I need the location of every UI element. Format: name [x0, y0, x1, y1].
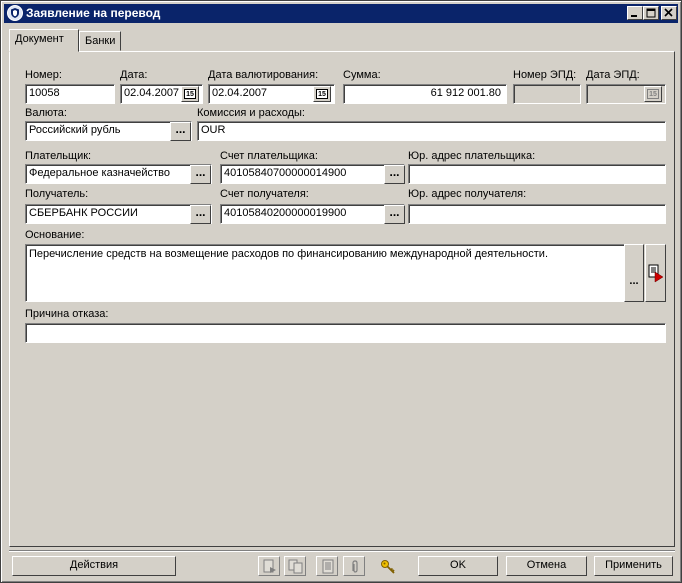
copy-document-button[interactable] [284, 556, 306, 576]
minimize-button[interactable] [627, 6, 643, 20]
tab-document[interactable]: Документ [9, 29, 79, 52]
number-label: Номер: [25, 69, 62, 81]
currency-label: Валюта: [25, 107, 67, 119]
close-button[interactable] [661, 6, 677, 20]
epd-date-label: Дата ЭПД: [586, 69, 640, 81]
attachments-list-button[interactable] [316, 556, 338, 576]
actions-button[interactable]: Действия [12, 556, 176, 576]
document-arrow-icon [648, 264, 664, 283]
export-document-button[interactable] [258, 556, 280, 576]
epd-date-field: 15 [586, 84, 666, 104]
payer-account-lookup-button[interactable]: ... [384, 165, 405, 184]
footer-separator [9, 550, 675, 552]
calendar-icon: 15 [184, 89, 196, 99]
amount-label: Сумма: [343, 69, 381, 81]
recipient-lookup-button[interactable]: ... [190, 205, 211, 224]
date-label: Дата: [120, 69, 148, 81]
basis-lookup-label: ... [629, 275, 639, 287]
calendar-icon: 15 [316, 89, 328, 99]
basis-lookup-button[interactable]: ... [624, 244, 644, 302]
payer-label: Плательщик: [25, 150, 92, 162]
amount-field[interactable]: 61 912 001.80 [343, 84, 507, 104]
payer-address-field[interactable] [408, 164, 666, 184]
number-field[interactable]: 10058 [25, 84, 115, 104]
calendar-icon: 15 [647, 89, 659, 99]
recipient-address-label: Юр. адрес получателя: [408, 188, 527, 200]
tab-banks-label: Банки [85, 35, 116, 47]
window-title: Заявление на перевод [26, 6, 161, 20]
attach-file-button[interactable] [343, 556, 365, 576]
close-icon [664, 8, 673, 17]
date-value: 02.04.2007 [124, 87, 180, 99]
value-date-calendar-button[interactable]: 15 [313, 86, 331, 102]
payer-lookup-button[interactable]: ... [190, 165, 211, 184]
maximize-icon [646, 8, 656, 18]
key-icon [381, 560, 395, 574]
payer-account-label: Счет плательщика: [220, 150, 318, 162]
epd-number-label: Номер ЭПД: [513, 69, 577, 81]
epd-number-field [513, 84, 581, 104]
cancel-button[interactable]: Отмена [506, 556, 587, 576]
recipient-account-label: Счет получателя: [220, 188, 309, 200]
recipient-field[interactable]: СБЕРБАНК РОССИИ [25, 204, 212, 224]
basis-label: Основание: [25, 229, 85, 241]
sign-button[interactable] [376, 556, 398, 576]
maximize-button[interactable] [643, 6, 659, 20]
currency-field[interactable]: Российский рубль [25, 121, 192, 141]
payer-account-field[interactable]: 40105840700000014900 [220, 164, 405, 184]
document-copy-icon [288, 559, 303, 574]
value-date-value: 02.04.2007 [212, 87, 268, 99]
commission-label: Комиссия и расходы: [197, 107, 305, 119]
apply-button[interactable]: Применить [594, 556, 673, 576]
commission-field[interactable]: OUR [197, 121, 666, 141]
paperclip-icon [352, 560, 358, 573]
basis-template-button[interactable] [645, 244, 666, 302]
minimize-icon [631, 15, 637, 17]
currency-lookup-button[interactable]: ... [170, 122, 191, 141]
rejection-reason-field[interactable] [25, 323, 666, 343]
recipient-label: Получатель: [25, 188, 89, 200]
date-field[interactable]: 02.04.2007 15 [120, 84, 203, 104]
document-export-icon [263, 559, 276, 573]
value-date-label: Дата валютирования: [208, 69, 319, 81]
document-panel: Номер: 10058 Дата: 02.04.2007 15 Дата ва… [9, 51, 675, 547]
date-calendar-button[interactable]: 15 [181, 86, 199, 102]
payer-field[interactable]: Федеральное казначейство [25, 164, 212, 184]
rejection-reason-label: Причина отказа: [25, 308, 109, 320]
document-list-icon [322, 559, 334, 574]
dialog-window: Заявление на перевод Документ Банки Номе… [0, 0, 682, 583]
recipient-address-field[interactable] [408, 204, 666, 224]
value-date-field[interactable]: 02.04.2007 15 [208, 84, 335, 104]
tab-banks[interactable]: Банки [79, 31, 121, 51]
recipient-account-lookup-button[interactable]: ... [384, 205, 405, 224]
epd-date-calendar-button: 15 [644, 86, 662, 102]
payer-address-label: Юр. адрес плательщика: [408, 150, 536, 162]
app-shield-icon [7, 5, 23, 21]
tab-document-label: Документ [15, 33, 64, 45]
basis-textarea[interactable]: Перечисление средств на возмещение расхо… [25, 244, 625, 302]
title-bar[interactable]: Заявление на перевод [4, 4, 678, 23]
recipient-account-field[interactable]: 40105840200000019900 [220, 204, 405, 224]
ok-button[interactable]: OK [418, 556, 498, 576]
